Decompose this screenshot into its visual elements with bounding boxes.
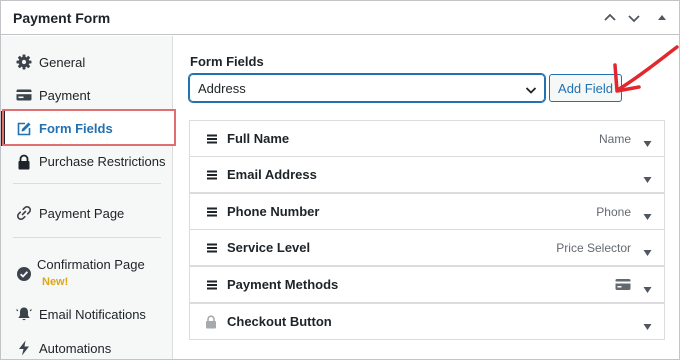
add-field-button[interactable]: Add Field <box>549 74 622 102</box>
sidebar-divider <box>13 237 161 238</box>
check-circle-icon <box>16 266 32 282</box>
expand-caret-icon[interactable] <box>643 208 652 220</box>
settings-sidebar: General Payment Form Fields Purchase Res… <box>1 36 173 359</box>
field-name: Service Level <box>227 240 311 255</box>
sidebar-item-label: Purchase Restrictions <box>39 154 166 169</box>
panel-header: Payment Form <box>1 1 679 35</box>
expand-caret-icon[interactable] <box>643 171 652 183</box>
field-name: Checkout Button <box>227 314 332 329</box>
sidebar-item-label: Payment <box>39 88 91 103</box>
drag-handle-icon[interactable] <box>206 169 218 181</box>
field-name: Full Name <box>227 131 290 146</box>
field-name: Phone Number <box>227 204 320 219</box>
sidebar-item-confirmation-page[interactable]: Confirmation Page New! <box>1 250 173 294</box>
new-badge: New! <box>42 276 69 288</box>
drag-handle-icon[interactable] <box>206 133 218 145</box>
field-type: Phone <box>596 205 631 219</box>
sidebar-item-label: Email Notifications <box>39 307 146 322</box>
field-row-payment-methods[interactable]: Payment Methods <box>189 266 665 303</box>
sidebar-item-automations[interactable]: Automations <box>1 332 173 359</box>
move-down-icon[interactable] <box>625 9 643 27</box>
field-row-service-level[interactable]: Service Level Price Selector <box>189 229 665 266</box>
sidebar-divider <box>13 183 161 184</box>
expand-caret-icon[interactable] <box>643 318 652 330</box>
sidebar-item-label: Automations <box>39 341 112 356</box>
sidebar-item-label: Confirmation Page <box>37 257 145 272</box>
card-icon <box>16 87 32 103</box>
expand-caret-icon[interactable] <box>643 281 652 293</box>
field-row-email-address[interactable]: Email Address <box>189 156 665 193</box>
section-title: Form Fields <box>190 54 264 69</box>
link-icon <box>16 205 32 221</box>
drag-handle-icon[interactable] <box>206 279 218 291</box>
lock-icon <box>205 315 217 329</box>
sidebar-item-purchase-restrictions[interactable]: Purchase Restrictions <box>1 146 173 178</box>
field-type: Name <box>598 132 631 146</box>
field-type-select[interactable]: Address <box>189 74 545 102</box>
payment-form-panel: Payment Form General Payment Form Fields… <box>0 0 680 360</box>
sidebar-item-label: Payment Page <box>39 206 125 221</box>
highlight-box <box>2 109 176 146</box>
field-name: Email Address <box>227 167 317 182</box>
drag-handle-icon[interactable] <box>206 242 218 254</box>
sidebar-item-payment-page[interactable]: Payment Page <box>1 197 173 229</box>
field-row-checkout-button[interactable]: Checkout Button <box>189 303 665 340</box>
expand-caret-icon[interactable] <box>643 244 652 256</box>
sidebar-item-general[interactable]: General <box>1 46 173 78</box>
lock-icon <box>16 154 32 170</box>
form-fields-panel: Form Fields Address Add Field Full Name … <box>174 36 679 359</box>
sidebar-item-email-notifications[interactable]: Email Notifications <box>1 298 173 330</box>
sidebar-item-payment[interactable]: Payment <box>1 79 173 111</box>
toggle-panel-icon[interactable] <box>653 9 671 27</box>
credit-card-icon <box>615 278 631 292</box>
collapse-up-icon[interactable] <box>601 9 619 27</box>
chevron-down-icon <box>525 83 537 95</box>
expand-caret-icon[interactable] <box>643 135 652 147</box>
drag-handle-icon[interactable] <box>206 206 218 218</box>
gear-icon <box>16 54 32 70</box>
bolt-icon <box>16 340 32 356</box>
field-row-phone-number[interactable]: Phone Number Phone <box>189 193 665 230</box>
sidebar-item-label: General <box>39 55 86 70</box>
bell-icon <box>16 306 32 322</box>
select-value: Address <box>198 81 246 96</box>
field-type: Price Selector <box>556 241 631 255</box>
field-name: Payment Methods <box>227 277 339 292</box>
panel-title: Payment Form <box>13 10 111 26</box>
field-row-full-name[interactable]: Full Name Name <box>189 120 665 157</box>
